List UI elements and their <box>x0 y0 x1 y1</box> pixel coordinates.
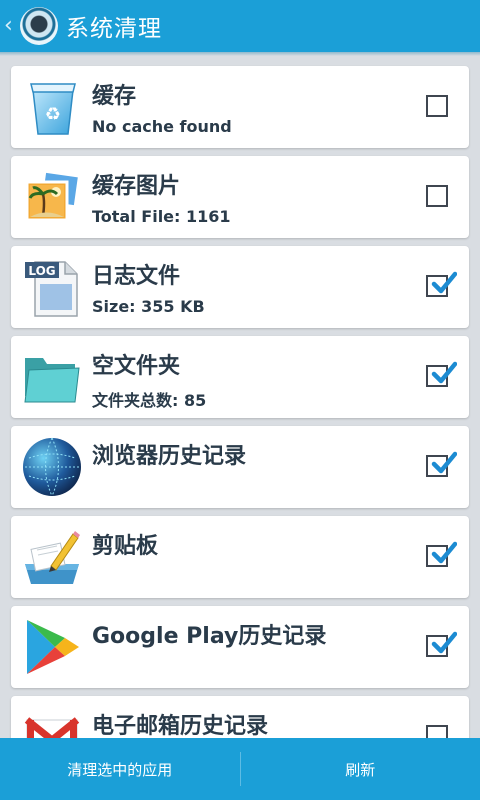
item-title: 缓存 <box>92 84 137 109</box>
clipboard-pencil-icon <box>25 531 80 584</box>
globe-icon <box>23 437 81 497</box>
list-item-cached-images[interactable]: 缓存图片 Total File: 1161 <box>11 156 469 238</box>
log-file-icon: LOG <box>25 261 78 317</box>
list-item-google-play-history[interactable]: Google Play历史记录 <box>11 606 469 688</box>
cleanup-list[interactable]: ♻ 缓存 No cache found 缓存图片 Total File: 116… <box>0 56 480 738</box>
system-cleaner-app-icon[interactable] <box>20 7 58 45</box>
item-subtitle: 文件夹总数: 85 <box>92 391 207 410</box>
list-item-cache[interactable]: ♻ 缓存 No cache found <box>11 66 469 148</box>
page-title: 系统清理 <box>66 16 162 42</box>
list-item-empty-folders[interactable]: 空文件夹 文件夹总数: 85 <box>11 336 469 418</box>
item-checkbox[interactable] <box>426 185 448 207</box>
item-checkbox[interactable] <box>426 725 448 738</box>
item-checkbox[interactable] <box>426 271 457 297</box>
item-title: Google Play历史记录 <box>92 624 327 649</box>
check-icon <box>431 541 457 564</box>
item-checkbox[interactable] <box>426 451 457 477</box>
folder-icon <box>24 358 80 403</box>
recycle-bin-icon: ♻ <box>30 83 76 135</box>
check-icon <box>431 361 457 384</box>
photos-icon <box>25 170 81 222</box>
item-subtitle: Size: 355 KB <box>92 297 205 316</box>
item-checkbox[interactable] <box>426 631 457 657</box>
refresh-button[interactable]: 刷新 <box>241 738 480 800</box>
item-subtitle: No cache found <box>92 117 232 136</box>
check-icon <box>431 271 457 294</box>
item-title: 浏览器历史记录 <box>92 444 247 469</box>
google-play-icon <box>27 620 79 674</box>
svg-text:♻: ♻ <box>45 104 61 125</box>
chevron-left-icon[interactable]: ‹ <box>4 15 18 37</box>
list-item-browser-history[interactable]: 浏览器历史记录 <box>11 426 469 508</box>
item-title: 空文件夹 <box>92 354 181 379</box>
item-checkbox[interactable] <box>426 95 448 117</box>
item-checkbox[interactable] <box>426 361 457 387</box>
item-checkbox[interactable] <box>426 541 457 567</box>
item-subtitle: Total File: 1161 <box>92 207 231 226</box>
clean-selected-button[interactable]: 清理选中的应用 <box>0 738 240 800</box>
check-icon <box>431 631 457 654</box>
item-title: 日志文件 <box>92 264 181 289</box>
check-icon <box>431 451 457 474</box>
list-item-log-files[interactable]: LOG 日志文件 Size: 355 KB <box>11 246 469 328</box>
item-title: 缓存图片 <box>92 174 181 199</box>
item-title: 电子邮箱历史记录 <box>92 714 269 738</box>
list-item-email-history[interactable]: 电子邮箱历史记录 <box>11 696 469 738</box>
list-item-clipboard[interactable]: 剪贴板 <box>11 516 469 598</box>
item-title: 剪贴板 <box>92 534 159 559</box>
gmail-icon <box>24 717 80 738</box>
log-label: LOG <box>28 264 55 278</box>
bottom-action-bar: 清理选中的应用 刷新 <box>0 738 480 800</box>
title-bar: ‹ 系统清理 <box>0 0 480 52</box>
